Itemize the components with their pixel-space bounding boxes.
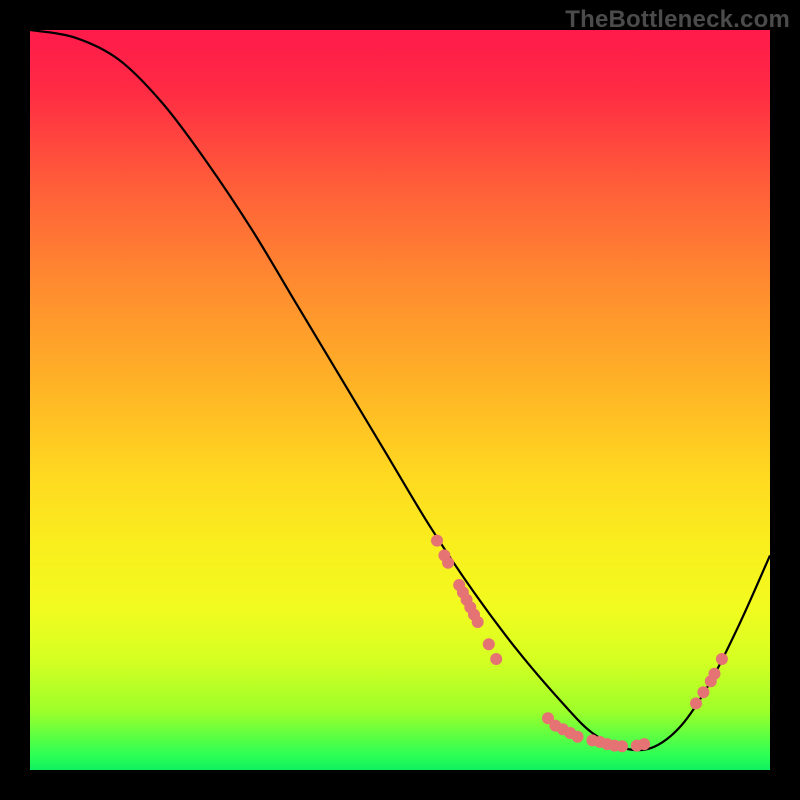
data-point [716,653,728,665]
watermark-text: TheBottleneck.com [565,6,790,34]
curve-line [30,30,770,750]
plot-area [30,30,770,770]
data-point [572,731,584,743]
data-point [490,653,502,665]
data-point [690,697,702,709]
data-point [638,738,650,750]
data-point [697,686,709,698]
chart-svg [30,30,770,770]
data-point [483,638,495,650]
data-point [442,557,454,569]
data-point [472,616,484,628]
data-point [616,740,628,752]
data-point [431,535,443,547]
data-point [709,668,721,680]
marker-group [431,535,728,753]
